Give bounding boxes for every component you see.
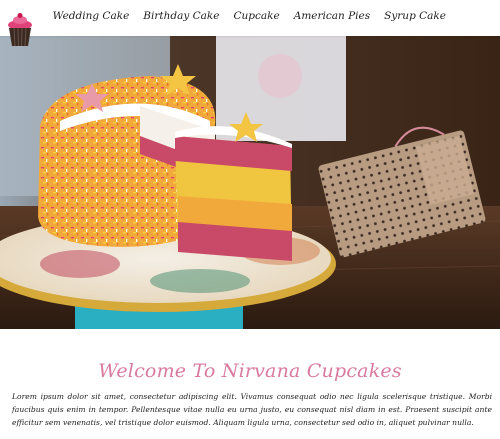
nav-item-birthday-cake[interactable]: Birthday Cake <box>143 10 219 22</box>
cupcake-logo-icon[interactable] <box>5 12 35 48</box>
welcome-paragraph: Lorem ipsum dolor sit amet, consectetur … <box>12 392 492 427</box>
welcome-title: Welcome To Nirvana Cupcakes <box>98 360 402 382</box>
top-navbar: Wedding Cake Birthday Cake Cupcake Ameri… <box>0 0 500 47</box>
nav-item-syrup-cake[interactable]: Syrup Cake <box>384 10 446 22</box>
nav-item-wedding-cake[interactable]: Wedding Cake <box>53 10 130 22</box>
hero-image <box>0 36 500 329</box>
nav-item-american-pies[interactable]: American Pies <box>294 10 370 22</box>
main-nav: Wedding Cake Birthday Cake Cupcake Ameri… <box>53 10 446 22</box>
nav-item-cupcake[interactable]: Cupcake <box>234 10 280 22</box>
